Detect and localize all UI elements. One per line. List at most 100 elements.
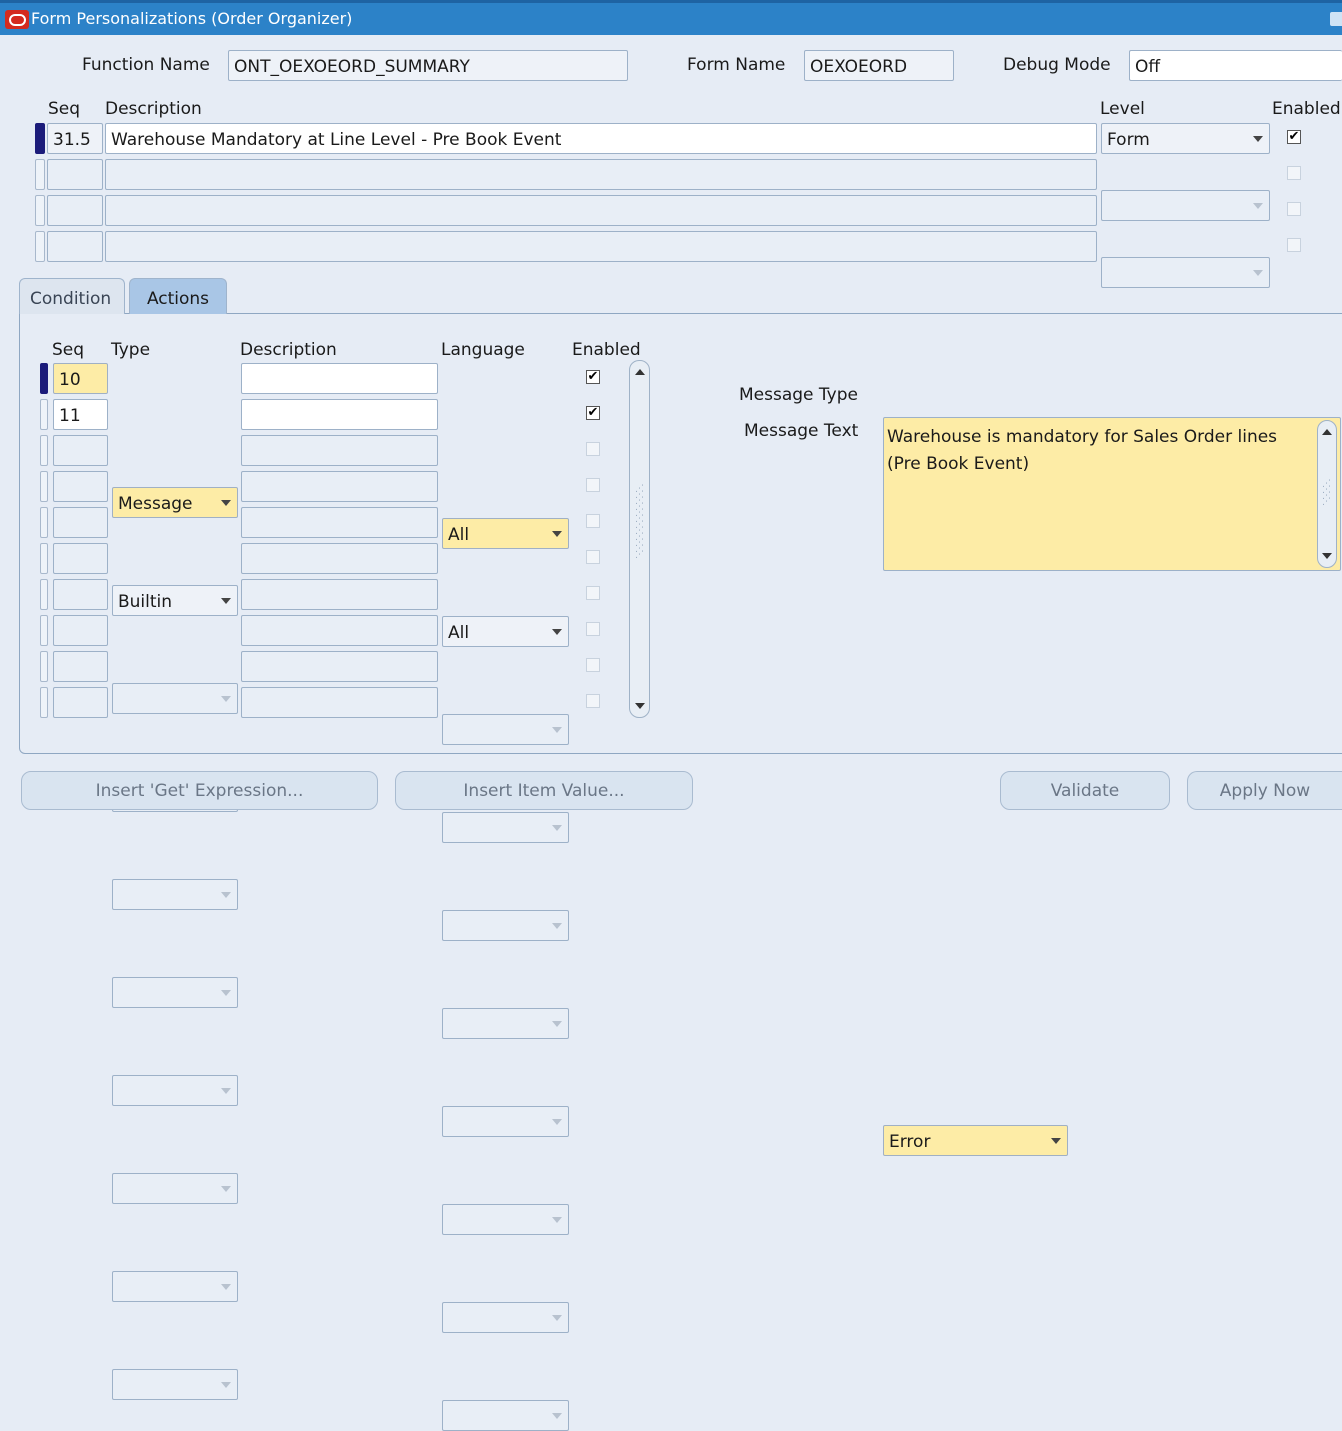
actions-type-select[interactable] <box>112 977 238 1008</box>
actions-enabled-checkbox[interactable] <box>586 622 600 636</box>
rules-enabled-checkbox[interactable] <box>1287 166 1301 180</box>
actions-description-cell[interactable] <box>241 615 438 646</box>
actions-seq-cell[interactable] <box>53 543 108 574</box>
rules-enabled-checkbox[interactable] <box>1287 238 1301 252</box>
actions-row-marker-active[interactable] <box>40 363 48 394</box>
actions-row-marker[interactable] <box>40 615 48 646</box>
actions-scrollbar[interactable]: ⋰ ⋰ ⋰ ⋰ ⋰ ⋰ ⋰ ⋰ ⋰ ⋰ ⋰ ⋰ <box>629 360 650 718</box>
actions-enabled-checkbox[interactable]: ✔ <box>586 406 600 420</box>
actions-seq-cell[interactable] <box>53 651 108 682</box>
actions-description-cell[interactable] <box>241 471 438 502</box>
actions-row-marker[interactable] <box>40 579 48 610</box>
actions-language-select[interactable] <box>442 1400 569 1431</box>
rules-row-marker-active[interactable] <box>35 123 45 154</box>
actions-seq-cell[interactable] <box>53 471 108 502</box>
rules-description-cell[interactable]: Warehouse Mandatory at Line Level - Pre … <box>105 123 1097 154</box>
actions-enabled-header: Enabled <box>572 340 641 360</box>
rules-description-cell[interactable] <box>105 159 1097 190</box>
insert-item-value-button[interactable]: Insert Item Value... <box>395 771 693 810</box>
actions-row-marker[interactable] <box>40 471 48 502</box>
actions-language-select[interactable] <box>442 1106 569 1137</box>
window-title-bar[interactable]: Form Personalizations (Order Organizer) <box>0 0 1342 35</box>
actions-type-select[interactable] <box>112 1369 238 1400</box>
actions-enabled-checkbox[interactable] <box>586 658 600 672</box>
actions-language-select[interactable] <box>442 714 569 745</box>
rules-level-select[interactable]: Form <box>1101 123 1270 154</box>
actions-language-select[interactable]: All <box>442 518 569 549</box>
rules-description-cell[interactable] <box>105 195 1097 226</box>
scroll-up-icon[interactable] <box>634 369 645 375</box>
actions-language-select[interactable] <box>442 1008 569 1039</box>
scroll-up-icon[interactable] <box>1322 429 1332 435</box>
actions-description-cell[interactable] <box>241 579 438 610</box>
actions-type-select[interactable] <box>112 683 238 714</box>
scroll-down-icon[interactable] <box>634 703 645 709</box>
form-name-field[interactable]: OEXOEORD <box>804 50 954 81</box>
actions-seq-cell[interactable]: 11 <box>53 399 108 430</box>
actions-language-select[interactable]: All <box>442 616 569 647</box>
rules-level-select[interactable] <box>1101 257 1270 288</box>
actions-enabled-checkbox[interactable] <box>586 478 600 492</box>
rules-seq-cell[interactable] <box>47 159 103 190</box>
debug-mode-select[interactable]: Off <box>1129 50 1342 81</box>
apply-now-button[interactable]: Apply Now <box>1187 771 1342 810</box>
insert-get-expression-button[interactable]: Insert 'Get' Expression... <box>21 771 378 810</box>
message-text-scrollbar[interactable]: ⋰ ⋰ ⋰ ⋰ <box>1317 420 1337 568</box>
actions-type-select[interactable] <box>112 879 238 910</box>
actions-description-cell[interactable] <box>241 507 438 538</box>
actions-description-cell[interactable] <box>241 651 438 682</box>
rules-enabled-checkbox[interactable] <box>1287 202 1301 216</box>
actions-language-select[interactable] <box>442 910 569 941</box>
actions-seq-cell[interactable] <box>53 615 108 646</box>
rules-row-marker[interactable] <box>35 231 45 262</box>
scroll-grip-icon[interactable]: ⋰ ⋰ ⋰ ⋰ <box>1322 480 1331 507</box>
actions-enabled-checkbox[interactable]: ✔ <box>586 370 600 384</box>
actions-description-cell[interactable] <box>241 687 438 718</box>
actions-enabled-checkbox[interactable] <box>586 514 600 528</box>
rules-description-cell[interactable] <box>105 231 1097 262</box>
rules-level-select[interactable] <box>1101 190 1270 221</box>
actions-row-marker[interactable] <box>40 507 48 538</box>
actions-seq-cell[interactable] <box>53 435 108 466</box>
actions-enabled-checkbox[interactable] <box>586 442 600 456</box>
actions-type-select[interactable] <box>112 1075 238 1106</box>
message-type-select[interactable]: Error <box>883 1125 1068 1156</box>
tab-actions[interactable]: Actions <box>129 278 227 314</box>
scroll-down-icon[interactable] <box>1322 553 1332 559</box>
message-text-area[interactable]: Warehouse is mandatory for Sales Order l… <box>883 417 1341 571</box>
actions-language-select[interactable] <box>442 812 569 843</box>
actions-seq-cell[interactable] <box>53 687 108 718</box>
actions-type-select[interactable] <box>112 1173 238 1204</box>
rules-seq-cell[interactable] <box>47 195 103 226</box>
actions-row-marker[interactable] <box>40 651 48 682</box>
actions-description-cell[interactable] <box>241 399 438 430</box>
actions-description-cell[interactable] <box>241 363 438 394</box>
rules-row-marker[interactable] <box>35 195 45 226</box>
actions-enabled-checkbox[interactable] <box>586 586 600 600</box>
actions-seq-cell[interactable]: 10 <box>53 363 108 394</box>
actions-description-cell[interactable] <box>241 435 438 466</box>
rules-row-marker[interactable] <box>35 159 45 190</box>
actions-seq-cell[interactable] <box>53 507 108 538</box>
validate-button[interactable]: Validate <box>1000 771 1170 810</box>
actions-language-select[interactable] <box>442 1302 569 1333</box>
actions-type-select[interactable]: Message <box>112 487 238 518</box>
tab-condition[interactable]: Condition <box>19 278 125 314</box>
actions-row-marker[interactable] <box>40 687 48 718</box>
actions-enabled-checkbox[interactable] <box>586 694 600 708</box>
scroll-grip-icon[interactable]: ⋰ ⋰ ⋰ ⋰ ⋰ ⋰ ⋰ ⋰ ⋰ ⋰ ⋰ ⋰ <box>635 485 644 560</box>
actions-row-marker[interactable] <box>40 435 48 466</box>
actions-description-cell[interactable] <box>241 543 438 574</box>
actions-enabled-checkbox[interactable] <box>586 550 600 564</box>
minimize-icon[interactable] <box>1330 12 1342 26</box>
function-name-field[interactable]: ONT_OEXOEORD_SUMMARY <box>228 50 628 81</box>
actions-row-marker[interactable] <box>40 543 48 574</box>
actions-type-select[interactable]: Builtin <box>112 585 238 616</box>
rules-seq-cell[interactable] <box>47 231 103 262</box>
rules-enabled-checkbox[interactable]: ✔ <box>1287 130 1301 144</box>
actions-row-marker[interactable] <box>40 399 48 430</box>
actions-seq-cell[interactable] <box>53 579 108 610</box>
actions-type-select[interactable] <box>112 1271 238 1302</box>
actions-language-select[interactable] <box>442 1204 569 1235</box>
rules-seq-cell[interactable]: 31.5 <box>47 123 103 154</box>
